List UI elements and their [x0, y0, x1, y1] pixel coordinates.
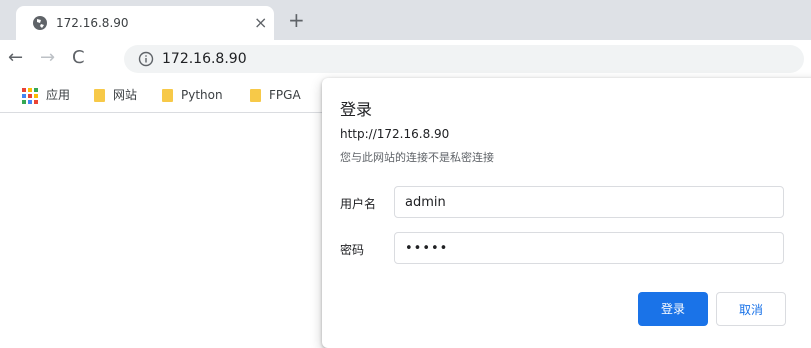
http-auth-dialog: 登录 http://172.16.8.90 您与此网站的连接不是私密连接 用户名… [322, 78, 811, 348]
new-tab-button[interactable]: + [288, 10, 305, 30]
forward-button[interactable]: → [40, 48, 55, 68]
url-text[interactable]: 172.16.8.90 [162, 51, 247, 67]
login-button[interactable]: 登录 [638, 292, 708, 326]
dialog-origin: http://172.16.8.90 [340, 127, 450, 141]
globe-icon [32, 15, 48, 31]
username-input[interactable] [394, 186, 784, 218]
username-label: 用户名 [340, 197, 377, 211]
folder-icon [250, 89, 261, 102]
folder-icon [162, 89, 173, 102]
back-button[interactable]: ← [8, 48, 23, 68]
bookmark-label: Python [181, 88, 223, 102]
apps-grid-icon [22, 87, 38, 104]
bookmark-folder-website[interactable]: 网站 [94, 87, 137, 103]
folder-icon [94, 89, 105, 102]
insecure-connection-warning: 您与此网站的连接不是私密连接 [340, 151, 494, 164]
password-input[interactable] [394, 232, 784, 264]
reload-button[interactable]: C [72, 48, 85, 68]
active-tab[interactable]: 172.16.8.90 × [16, 6, 274, 40]
tab-close-button[interactable]: × [254, 13, 267, 33]
bookmark-label: FPGA [269, 88, 301, 102]
info-icon[interactable] [138, 51, 154, 67]
bookmark-folder-python[interactable]: Python [162, 87, 223, 103]
address-bar[interactable]: 172.16.8.90 [124, 45, 804, 73]
password-label: 密码 [340, 243, 365, 257]
cancel-button[interactable]: 取消 [716, 292, 786, 326]
dialog-title: 登录 [340, 100, 373, 119]
navigation-bar: ← → C 172.16.8.90 [0, 40, 811, 78]
bookmark-apps[interactable]: 应用 [22, 87, 70, 104]
bookmark-folder-fpga[interactable]: FPGA [250, 87, 301, 103]
bookmark-label: 应用 [46, 88, 71, 102]
tab-strip: 172.16.8.90 × + [0, 0, 811, 40]
bookmark-label: 网站 [113, 88, 138, 102]
tab-title: 172.16.8.90 [56, 16, 129, 30]
